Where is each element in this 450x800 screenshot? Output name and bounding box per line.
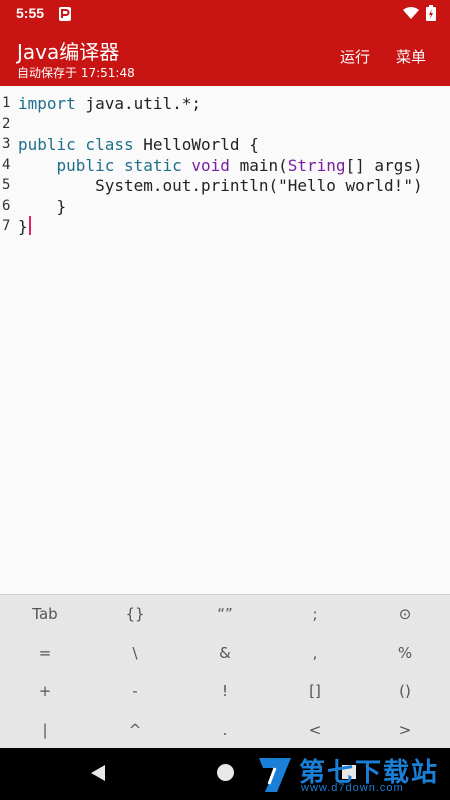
- code-token: }: [18, 217, 28, 236]
- text-caret: [28, 216, 31, 235]
- code-line: 7 }: [0, 216, 450, 237]
- code-editor[interactable]: 1 import java.util.*; 2 3 public class H…: [0, 86, 450, 594]
- code-line: 1 import java.util.*;: [0, 93, 450, 114]
- line-number: 7: [2, 218, 11, 234]
- key-pipe[interactable]: |: [0, 711, 90, 749]
- code-line: 3 public class HelloWorld {: [0, 134, 450, 155]
- key-brackets[interactable]: []: [270, 672, 360, 710]
- code-token: System.out.println("Hello world!"): [18, 176, 423, 195]
- line-content: public static void main(String[] args): [18, 155, 423, 176]
- code-token: [] args): [345, 156, 423, 175]
- line-number: 3: [2, 136, 11, 152]
- code-token: import: [18, 94, 76, 113]
- key-quotes[interactable]: “”: [180, 595, 270, 633]
- back-icon[interactable]: [90, 764, 106, 782]
- menu-button[interactable]: 菜单: [396, 46, 426, 67]
- code-token: public static: [18, 156, 182, 175]
- key-percent[interactable]: %: [360, 634, 450, 672]
- run-button[interactable]: 运行: [340, 46, 370, 67]
- line-number: 5: [2, 177, 11, 193]
- key-parentheses[interactable]: (): [360, 672, 450, 710]
- home-icon[interactable]: [217, 764, 234, 781]
- code-token: public class: [18, 135, 134, 154]
- key-tab[interactable]: Tab: [0, 595, 90, 633]
- key-ampersand[interactable]: &: [180, 634, 270, 672]
- code-line: 2: [0, 114, 450, 135]
- key-row: Tab {} “” ; ⊙: [0, 595, 450, 633]
- code-token: main(: [229, 156, 288, 175]
- key-less-than[interactable]: <: [270, 711, 360, 749]
- line-number: 6: [2, 198, 11, 214]
- line-content: System.out.println("Hello world!"): [18, 175, 423, 196]
- key-circle-dot[interactable]: ⊙: [360, 595, 450, 633]
- line-number: 2: [2, 116, 11, 132]
- status-time: 5:55: [16, 5, 45, 21]
- line-content: public class HelloWorld {: [18, 134, 259, 155]
- code-line: 6 }: [0, 196, 450, 217]
- notification-p-icon: [59, 7, 71, 21]
- line-content: }: [18, 196, 67, 217]
- autosave-status: 自动保存于 17:51:48: [17, 66, 135, 80]
- watermark-logo-icon: [259, 758, 291, 792]
- line-content: }: [18, 216, 31, 237]
- key-semicolon[interactable]: ;: [270, 595, 360, 633]
- status-icons: [402, 5, 436, 21]
- code-line: 5 System.out.println("Hello world!"): [0, 175, 450, 196]
- code-token: }: [18, 197, 67, 216]
- key-comma[interactable]: ,: [270, 634, 360, 672]
- battery-icon: [426, 5, 436, 21]
- code-line: 4 public static void main(String[] args): [0, 155, 450, 176]
- code-token: void: [191, 156, 230, 175]
- line-content: import java.util.*;: [18, 93, 201, 114]
- line-number: 1: [2, 95, 11, 111]
- key-minus[interactable]: -: [90, 672, 180, 710]
- key-row: + - ! [] (): [0, 672, 450, 710]
- wifi-icon: [403, 6, 419, 19]
- watermark-url: www.d7down.com: [301, 782, 404, 794]
- key-exclamation[interactable]: !: [180, 672, 270, 710]
- key-plus[interactable]: +: [0, 672, 90, 710]
- status-bar: 5:55: [0, 0, 450, 28]
- app-title: Java编译器: [17, 40, 120, 64]
- key-braces[interactable]: {}: [90, 595, 180, 633]
- key-equals[interactable]: =: [0, 634, 90, 672]
- line-number: 4: [2, 157, 11, 173]
- key-row: = \ & , %: [0, 634, 450, 672]
- key-caret[interactable]: ^: [90, 711, 180, 749]
- app-bar: Java编译器 自动保存于 17:51:48 运行 菜单: [0, 28, 450, 86]
- code-token: java.util.*;: [75, 94, 202, 113]
- key-greater-than[interactable]: >: [360, 711, 450, 749]
- key-backslash[interactable]: \: [90, 634, 180, 672]
- code-token: HelloWorld {: [133, 135, 259, 154]
- code-token: String: [287, 156, 346, 175]
- symbol-keyboard: Tab {} “” ; ⊙ = \ & , % + - ! [] () | ^ …: [0, 594, 450, 748]
- key-period[interactable]: .: [180, 711, 270, 749]
- key-row: | ^ . < >: [0, 711, 450, 749]
- watermark: 第七下载站 www.d7down.com: [255, 752, 450, 800]
